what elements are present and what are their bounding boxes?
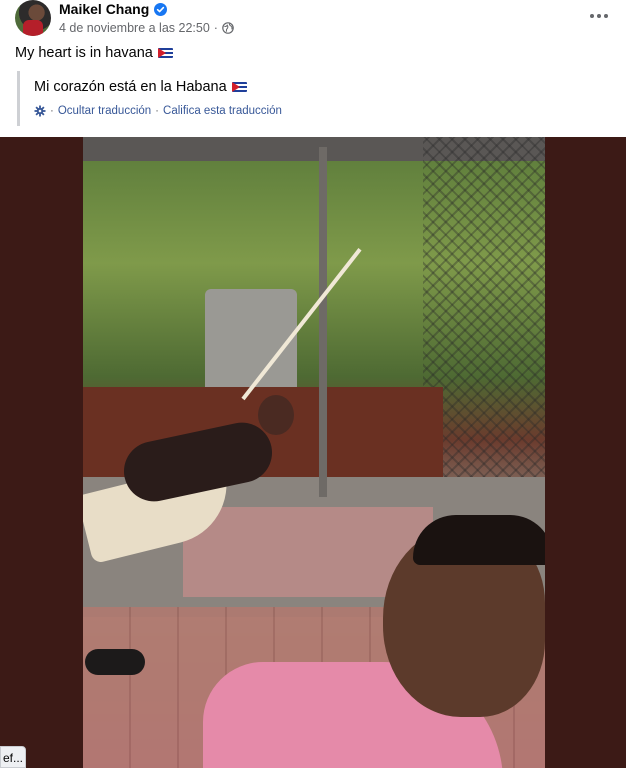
author-name[interactable]: Maikel Chang bbox=[59, 1, 149, 17]
action-separator: · bbox=[155, 105, 160, 117]
translation-text: Mi corazón está en la Habana bbox=[34, 79, 227, 95]
translation-block: Mi corazón está en la Habana · Ocultar t… bbox=[17, 71, 577, 126]
photo-man-hair bbox=[413, 515, 545, 565]
link-status-tooltip: ef... bbox=[0, 746, 26, 768]
hide-translation-link[interactable]: Ocultar traducción bbox=[58, 105, 151, 117]
translation-text-row: Mi corazón está en la Habana bbox=[34, 79, 247, 95]
avatar[interactable] bbox=[15, 0, 51, 36]
gear-icon[interactable] bbox=[34, 105, 46, 117]
author-row: Maikel Chang bbox=[59, 0, 168, 18]
more-options-dot bbox=[597, 14, 601, 18]
post-photo[interactable] bbox=[83, 137, 545, 768]
more-options-button[interactable] bbox=[583, 2, 615, 30]
post-timestamp[interactable]: 4 de noviembre a las 22:50 bbox=[59, 21, 210, 35]
photo-sandals bbox=[85, 649, 145, 675]
post-meta: 4 de noviembre a las 22:50 · bbox=[59, 20, 234, 36]
post-text: My heart is in havana bbox=[15, 45, 153, 61]
verified-badge-icon bbox=[154, 2, 168, 16]
meta-separator: · bbox=[213, 21, 218, 35]
globe-icon[interactable] bbox=[222, 22, 234, 34]
post-header: Maikel Chang 4 de noviembre a las 22:50 … bbox=[15, 0, 615, 40]
more-options-icon bbox=[590, 14, 594, 18]
post-text-row: My heart is in havana bbox=[15, 45, 173, 61]
photo-pillar bbox=[319, 147, 327, 497]
more-options-dot bbox=[604, 14, 608, 18]
action-separator: · bbox=[50, 105, 54, 117]
cuba-flag-icon bbox=[157, 48, 173, 58]
post-photo-frame bbox=[0, 137, 626, 768]
translation-actions: · Ocultar traducción · Califica esta tra… bbox=[34, 105, 282, 117]
cuba-flag-icon bbox=[231, 82, 247, 92]
rate-translation-link[interactable]: Califica esta traducción bbox=[163, 105, 282, 117]
photo-woman-head bbox=[258, 395, 294, 435]
